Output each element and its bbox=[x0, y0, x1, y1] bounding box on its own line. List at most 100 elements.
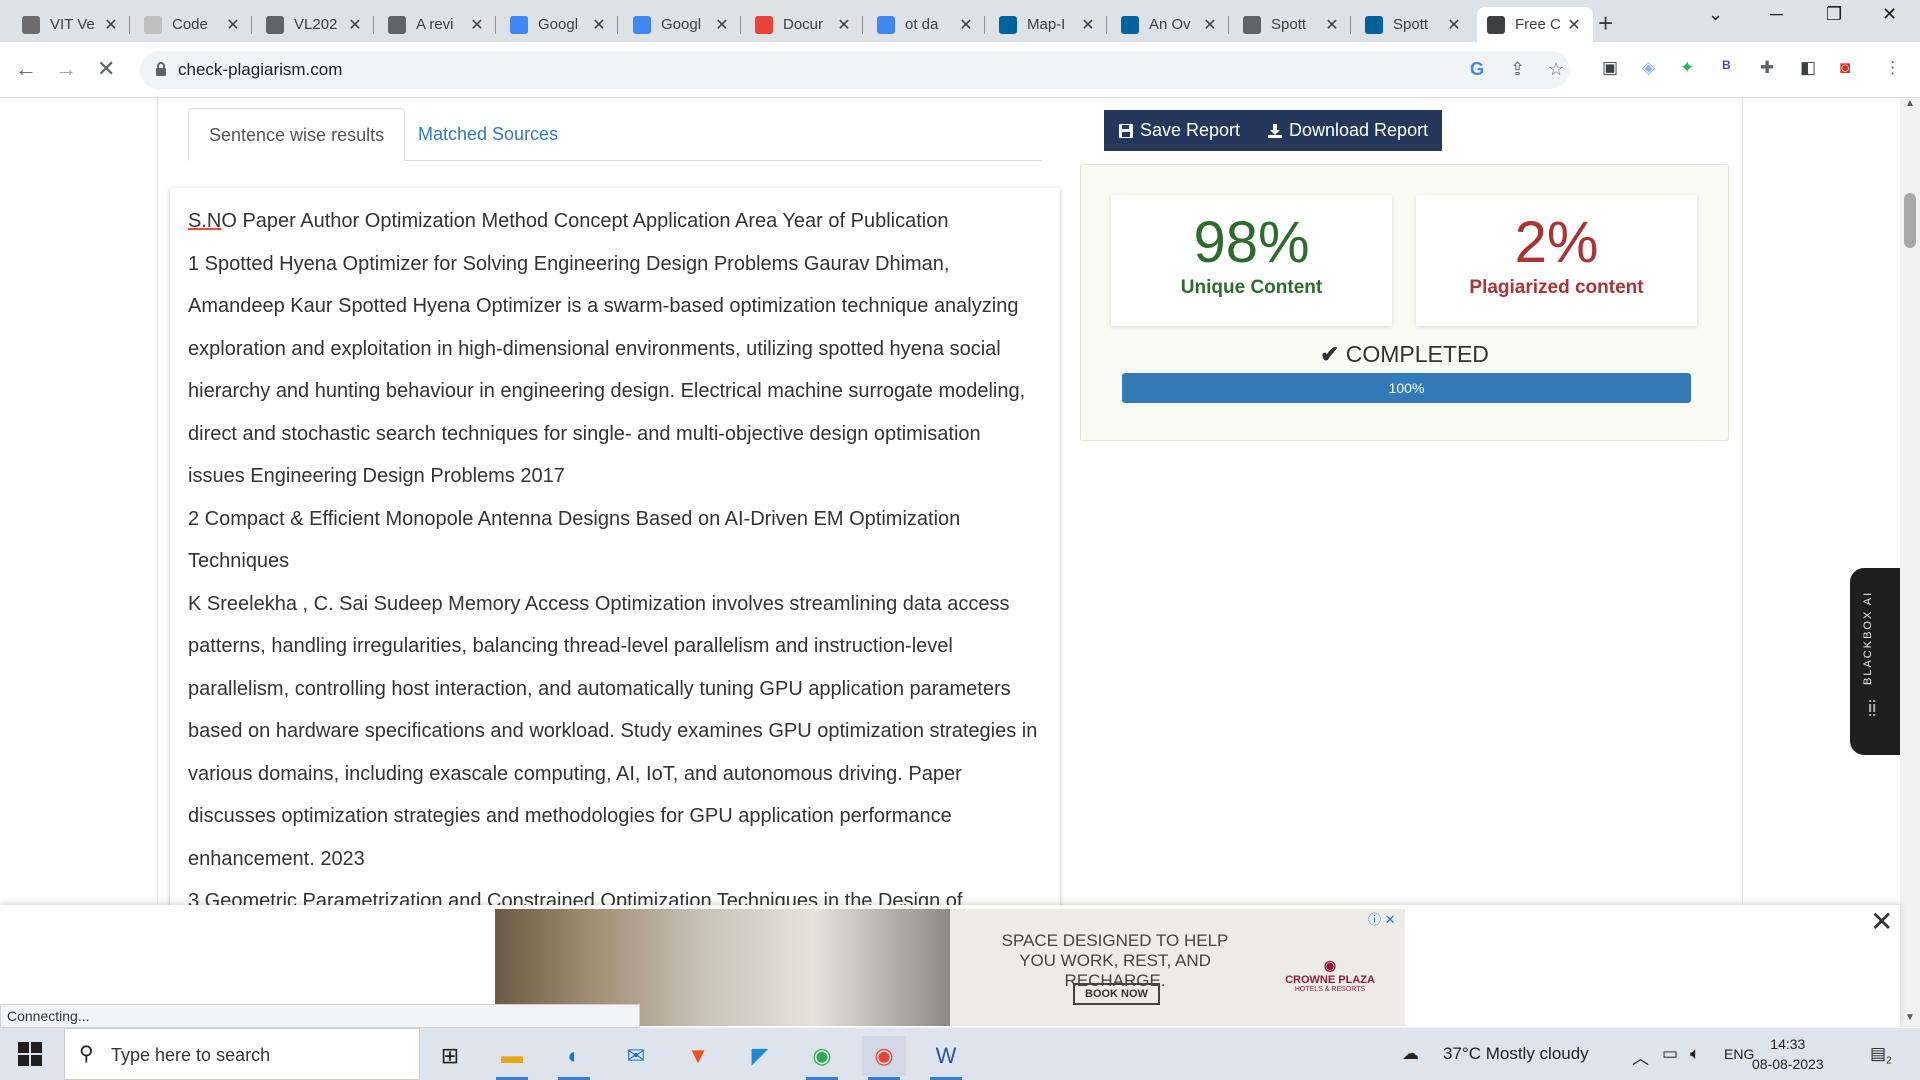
tab-close-icon[interactable]: ✕ bbox=[1445, 15, 1463, 35]
language-indicator[interactable]: ENG bbox=[1724, 1046, 1754, 1062]
tab-search-icon[interactable]: ⌄ bbox=[1708, 4, 1723, 25]
tab-close-icon[interactable]: ✕ bbox=[102, 15, 120, 35]
tab-close-icon[interactable]: ✕ bbox=[1079, 15, 1097, 35]
tab-title: Map-I bbox=[1027, 16, 1066, 33]
tab-close-icon[interactable]: ✕ bbox=[1201, 15, 1219, 35]
ieee-icon bbox=[1121, 15, 1139, 34]
notification-icon[interactable]: ▤2 bbox=[1870, 1044, 1892, 1066]
ad-choices-icon[interactable]: ⓘ ✕ bbox=[1368, 909, 1396, 928]
tab-close-icon[interactable]: ✕ bbox=[224, 15, 242, 35]
browser-tab[interactable]: Googl ✕ bbox=[500, 7, 618, 42]
menu-kebab-icon[interactable]: ⋮ bbox=[1884, 58, 1901, 78]
browser-tab[interactable]: Docur ✕ bbox=[745, 7, 863, 42]
bookmark-star-icon[interactable]: ☆ bbox=[1548, 59, 1564, 80]
tab-title: Free C bbox=[1515, 16, 1561, 33]
file-explorer-icon[interactable]: ▬ bbox=[490, 1036, 534, 1080]
result-sentence[interactable]: 2 Compact & Efficient Monopole Antenna D… bbox=[188, 508, 960, 573]
browser-tab[interactable]: VIT Ve ✕ bbox=[12, 7, 130, 42]
battery-icon[interactable]: ▭ bbox=[1662, 1044, 1678, 1064]
forward-icon[interactable]: → bbox=[55, 56, 77, 82]
ad-brand-name: CROWNE PLAZA bbox=[1285, 974, 1375, 986]
vscode-icon[interactable]: ◤ bbox=[738, 1036, 782, 1076]
tab-close-icon[interactable]: ✕ bbox=[590, 15, 608, 35]
result-sentence[interactable]: 1 Spotted Hyena Optimizer for Solving En… bbox=[188, 253, 1025, 488]
google-lens-icon[interactable]: G bbox=[1470, 59, 1484, 80]
scrollbar-thumb[interactable] bbox=[1904, 193, 1916, 248]
browser-tab[interactable]: Map-I ✕ bbox=[989, 7, 1107, 42]
result-sentence[interactable]: O Paper Author Optimization Method Conce… bbox=[221, 210, 948, 232]
volume-icon[interactable]: 🔈︎ bbox=[1690, 1044, 1700, 1064]
chrome-profile-icon[interactable]: ◉ bbox=[800, 1036, 844, 1080]
tab-title: Googl bbox=[538, 16, 579, 33]
browser-tab[interactable]: Spott ✕ bbox=[1355, 7, 1473, 42]
windows-taskbar: ⚲ Type here to search ⊞ ▬ ◐ ✉ ▼ ◤ ◉ ◉ W … bbox=[0, 1028, 1920, 1080]
tab-close-icon[interactable]: ✕ bbox=[346, 15, 364, 35]
tab-sentence-wise-results[interactable]: Sentence wise results bbox=[188, 108, 406, 161]
checkmark-icon: ✔ bbox=[1320, 341, 1340, 367]
browser-tab[interactable]: Spott ✕ bbox=[1233, 7, 1351, 42]
taskbar-search-box[interactable]: ⚲ Type here to search bbox=[64, 1028, 420, 1080]
show-hidden-icons[interactable]: ︿ bbox=[1632, 1044, 1649, 1069]
browser-tab[interactable]: A revi ✕ bbox=[378, 7, 496, 42]
browser-tab[interactable]: Googl ✕ bbox=[623, 7, 741, 42]
plagiarized-percentage: 2% bbox=[1514, 210, 1599, 275]
tab-close-icon[interactable]: ✕ bbox=[957, 15, 975, 35]
results-tabs: Sentence wise results Matched Sources bbox=[188, 108, 1042, 161]
download-icon bbox=[1268, 123, 1282, 138]
tab-title: An Ov bbox=[1149, 16, 1191, 33]
extensions-puzzle-icon[interactable]: ✚ bbox=[1760, 58, 1774, 78]
browser-tab[interactable]: VL202 ✕ bbox=[256, 7, 374, 42]
tab-close-icon[interactable]: ✕ bbox=[1323, 15, 1341, 35]
extension-icon[interactable]: ◈ bbox=[1642, 58, 1655, 78]
ad-book-now-button[interactable]: BOOK NOW bbox=[1073, 983, 1160, 1005]
tab-close-icon[interactable]: ✕ bbox=[713, 15, 731, 35]
ieee-icon bbox=[999, 15, 1017, 34]
omnibox[interactable]: check-plagiarism.com G ⇪ ☆ bbox=[140, 51, 1570, 89]
profile-icon[interactable]: ◙ bbox=[1840, 58, 1850, 78]
ad-brand-logo: ◉ CROWNE PLAZA HOTELS & RESORTS bbox=[1280, 957, 1380, 993]
tab-close-icon[interactable]: ✕ bbox=[468, 15, 486, 35]
ad-headline: SPACE DESIGNED TO HELP YOU WORK, REST, A… bbox=[1001, 931, 1229, 990]
google-docs-icon bbox=[510, 15, 528, 34]
side-panel-icon[interactable]: ◧ bbox=[1800, 58, 1816, 78]
tab-matched-sources[interactable]: Matched Sources bbox=[398, 108, 578, 161]
task-view-icon[interactable]: ⊞ bbox=[428, 1036, 472, 1076]
browser-tab[interactable]: ot da ✕ bbox=[867, 7, 985, 42]
stop-loading-icon[interactable]: ✕ bbox=[97, 56, 115, 82]
browser-tab[interactable]: Code ✕ bbox=[134, 7, 252, 42]
scroll-down-arrow[interactable]: ▼ bbox=[1905, 1012, 1915, 1023]
new-tab-button[interactable]: + bbox=[1598, 8, 1613, 39]
save-report-button[interactable]: Save Report bbox=[1104, 110, 1255, 151]
share-icon[interactable]: ⇪ bbox=[1510, 59, 1525, 80]
result-sentence[interactable]: K Sreelekha , C. Sai Sudeep Memory Acces… bbox=[188, 593, 1037, 870]
extension-icon[interactable]: ✦ bbox=[1680, 58, 1694, 78]
tab-close-icon[interactable]: ✕ bbox=[835, 15, 853, 35]
brave-browser-icon[interactable]: ▼ bbox=[676, 1036, 720, 1076]
ad-copy-area[interactable]: SPACE DESIGNED TO HELP YOU WORK, REST, A… bbox=[950, 909, 1405, 1026]
close-window-button[interactable]: ✕ bbox=[1882, 4, 1897, 25]
edge-browser-icon[interactable]: ◐ bbox=[552, 1036, 596, 1080]
browser-tab[interactable]: An Ov ✕ bbox=[1111, 7, 1229, 42]
scroll-up-arrow[interactable]: ▲ bbox=[1905, 98, 1915, 109]
address-toolbar: ← → ✕ check-plagiarism.com G ⇪ ☆ ▣ ◈ ✦ B… bbox=[0, 42, 1920, 98]
back-icon[interactable]: ← bbox=[15, 56, 37, 82]
page-scrollbar[interactable]: ▲ ▼ bbox=[1900, 98, 1920, 1027]
word-icon[interactable]: W bbox=[924, 1036, 968, 1080]
result-summary-panel: 98% Unique Content 2% Plagiarized conten… bbox=[1080, 164, 1729, 441]
browser-tab[interactable]: Free C ✕ bbox=[1477, 7, 1593, 42]
restore-button[interactable]: ❐ bbox=[1826, 4, 1842, 25]
system-clock[interactable]: 14:33 08-08-2023 bbox=[1752, 1034, 1824, 1074]
ad-close-icon[interactable]: ✕ bbox=[1870, 905, 1893, 938]
download-report-button[interactable]: Download Report bbox=[1253, 110, 1443, 151]
extension-icon[interactable]: B bbox=[1722, 58, 1731, 72]
windows-start-icon[interactable] bbox=[18, 1042, 42, 1066]
minimize-button[interactable]: ─ bbox=[1770, 4, 1783, 25]
chrome-icon[interactable]: ◉ bbox=[862, 1036, 906, 1080]
weather-icon[interactable]: ☁ bbox=[1402, 1044, 1419, 1064]
mail-icon[interactable]: ✉ bbox=[614, 1036, 658, 1076]
weather-text[interactable]: 37°C Mostly cloudy bbox=[1443, 1044, 1589, 1064]
blackbox-ai-widget[interactable]: BLACKBOX AI ⠿ ⠿ bbox=[1850, 568, 1900, 755]
tab-separator bbox=[862, 16, 863, 34]
tab-close-icon[interactable]: ✕ bbox=[1565, 15, 1583, 35]
picture-in-picture-icon[interactable]: ▣ bbox=[1602, 58, 1618, 78]
